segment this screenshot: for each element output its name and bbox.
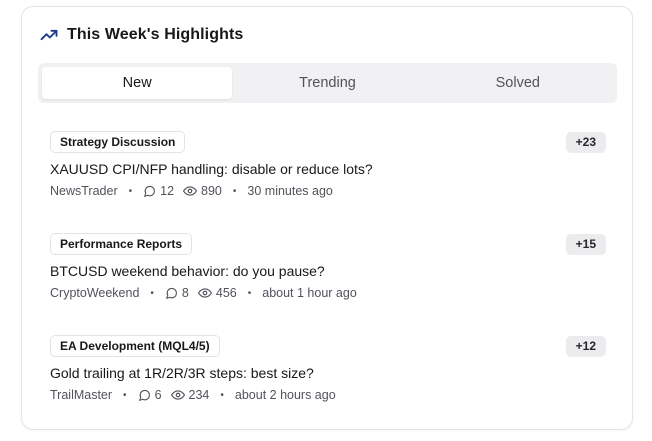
post-item[interactable]: Performance Reports +15 BTCUSD weekend b… [50, 233, 606, 302]
post-meta: TrailMaster • 6 234 • about 2 hours ago [50, 386, 606, 404]
post-meta: NewsTrader • 12 890 • 30 minutes ago [50, 182, 606, 200]
tab-solved[interactable]: Solved [423, 67, 613, 99]
post-item[interactable]: EA Development (MQL4/5) +12 Gold trailin… [50, 335, 606, 404]
eye-icon [170, 390, 185, 400]
eye-icon [197, 288, 212, 298]
view-count-value: 890 [201, 184, 222, 198]
view-count: 456 [197, 286, 237, 300]
tab-trending[interactable]: Trending [232, 67, 422, 99]
separator: • [128, 185, 133, 197]
comment-icon [166, 287, 177, 299]
comment-count-value: 8 [181, 286, 189, 300]
post-time: about 2 hours ago [234, 388, 336, 402]
post-item[interactable]: Strategy Discussion +23 XAUUSD CPI/NFP h… [50, 131, 606, 200]
score-badge: +15 [565, 233, 606, 255]
view-count: 890 [183, 184, 222, 198]
post-author[interactable]: CryptoWeekend [50, 286, 139, 300]
post-author[interactable]: NewsTrader [50, 184, 118, 198]
view-count-value: 456 [215, 286, 237, 300]
post-title[interactable]: XAUUSD CPI/NFP handling: disable or redu… [50, 160, 606, 179]
card-title: This Week's Highlights [67, 26, 244, 43]
separator: • [220, 389, 224, 401]
highlights-card: This Week's Highlights New Trending Solv… [21, 6, 633, 430]
tab-new[interactable]: New [42, 67, 233, 99]
trending-up-icon [39, 25, 59, 45]
comment-count-value: 6 [154, 388, 162, 402]
comment-icon [144, 185, 156, 197]
comment-count: 8 [165, 286, 189, 300]
post-time: 30 minutes ago [247, 184, 333, 198]
category-badge[interactable]: Strategy Discussion [50, 131, 186, 153]
post-title[interactable]: BTCUSD weekend behavior: do you pause? [50, 262, 606, 281]
post-time: about 1 hour ago [262, 286, 357, 300]
post-meta: CryptoWeekend • 8 456 • about 1 hour ago [50, 284, 606, 302]
tab-list: New Trending Solved [38, 63, 617, 103]
category-badge[interactable]: EA Development (MQL4/5) [50, 335, 220, 357]
eye-icon [183, 186, 198, 196]
separator: • [232, 185, 237, 197]
separator: • [150, 287, 154, 299]
post-author[interactable]: TrailMaster [50, 388, 112, 402]
comment-icon [138, 389, 150, 401]
view-count-value: 234 [188, 388, 210, 402]
category-badge[interactable]: Performance Reports [50, 233, 193, 255]
comment-count: 6 [138, 388, 162, 402]
comment-count-value: 12 [160, 184, 175, 198]
comment-count: 12 [143, 184, 174, 198]
view-count: 234 [170, 388, 210, 402]
score-badge: +12 [565, 335, 606, 357]
separator: • [247, 287, 252, 299]
separator: • [123, 389, 127, 401]
card-header: This Week's Highlights [39, 25, 243, 45]
score-badge: +23 [565, 131, 606, 153]
post-title[interactable]: Gold trailing at 1R/2R/3R steps: best si… [50, 364, 606, 383]
